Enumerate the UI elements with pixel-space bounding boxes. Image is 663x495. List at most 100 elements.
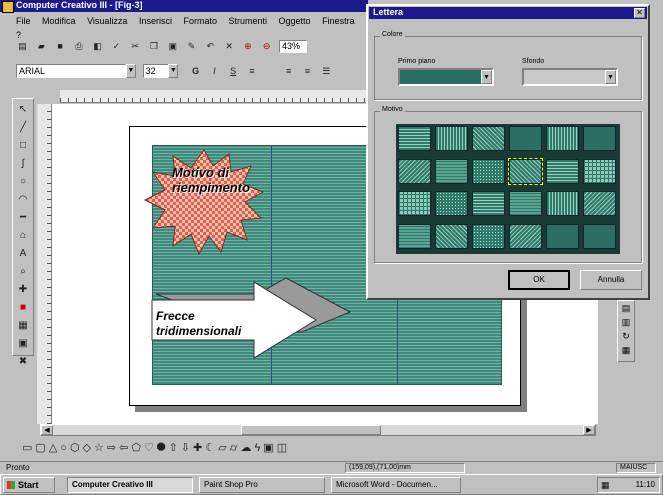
font-size-dropdown-icon[interactable]: ▼ (168, 64, 179, 78)
preview-icon[interactable]: ◧ (91, 40, 104, 53)
paste-icon[interactable]: ▣ (166, 40, 179, 53)
align-left-icon[interactable]: ≡ (245, 65, 258, 78)
menu-window[interactable]: Finestra (322, 16, 355, 26)
rotate-tool-icon[interactable]: ↻ (618, 329, 634, 343)
rect-shape-icon[interactable]: ▭ (22, 442, 35, 454)
rounded-rect-shape-icon[interactable]: ▢ (35, 442, 48, 454)
pattern-swatch[interactable] (398, 158, 431, 184)
foreground-dropdown-icon[interactable]: ▼ (481, 70, 492, 84)
task-button[interactable]: Paint Shop Pro (199, 477, 325, 493)
menu-format[interactable]: Formato (183, 16, 217, 26)
pattern-swatch[interactable] (472, 158, 505, 184)
zoom-in-icon[interactable]: ⊕ (241, 40, 254, 53)
arrow-right-shape-icon[interactable]: ⇨ (107, 442, 119, 454)
pattern-swatch[interactable] (508, 157, 543, 185)
octagon-shape-icon[interactable]: ⯃ (157, 442, 169, 454)
align-right-icon[interactable]: ≡ (301, 65, 314, 78)
menu-edit[interactable]: Modifica (42, 16, 76, 26)
pattern-swatch[interactable] (398, 191, 431, 216)
foreground-color-select[interactable]: ▼ (398, 68, 494, 86)
frame-shape-icon[interactable]: ▣ (263, 442, 276, 454)
menu-file[interactable]: File (16, 16, 31, 26)
save-icon[interactable]: ■ (54, 40, 67, 53)
arrow-left-shape-icon[interactable]: ⇦ (119, 442, 131, 454)
callout-shape-icon[interactable]: ◫ (277, 442, 290, 454)
pattern-swatch[interactable] (546, 126, 579, 151)
font-name-dropdown-icon[interactable]: ▼ (125, 64, 136, 78)
pointer-icon[interactable]: ↖ (16, 103, 30, 117)
wrench-icon[interactable]: ✖ (16, 355, 30, 369)
dropper-icon[interactable]: ✚ (16, 283, 30, 297)
scroll-left-icon[interactable]: ◀ (41, 425, 53, 435)
pattern-swatch[interactable] (509, 223, 542, 249)
cloud-shape-icon[interactable]: ☁ (240, 442, 254, 454)
arc-icon[interactable]: ◠ (16, 193, 30, 207)
pattern-swatch[interactable] (472, 223, 505, 249)
picture-icon[interactable]: ▣ (16, 337, 30, 351)
align-tool-icon[interactable]: ▤ (618, 301, 634, 315)
star-shape-icon[interactable]: ☆ (94, 442, 107, 454)
print-icon[interactable]: ⎙ (72, 40, 85, 53)
copy-icon[interactable]: ❐ (147, 40, 160, 53)
pattern-swatch[interactable] (546, 158, 579, 184)
underline-button[interactable]: S (227, 65, 240, 78)
pattern-swatch[interactable] (509, 126, 542, 151)
diamond-shape-icon[interactable]: ◇ (83, 442, 94, 454)
close-icon[interactable]: ✕ (634, 8, 645, 18)
pattern-swatch[interactable] (583, 158, 616, 184)
menu-object[interactable]: Oggetto (279, 16, 311, 26)
pentagon-shape-icon[interactable]: ⬠ (131, 442, 144, 454)
menu-insert[interactable]: Inserisci (139, 16, 172, 26)
menu-tools[interactable]: Strumenti (229, 16, 268, 26)
pattern-swatch[interactable] (583, 191, 616, 216)
pattern-swatch[interactable] (546, 191, 579, 216)
font-size-select[interactable]: 32 (142, 64, 169, 78)
scroll-thumb[interactable] (241, 425, 381, 435)
spell-check-icon[interactable]: ✓ (110, 40, 123, 53)
cross-shape-icon[interactable]: ✚ (193, 442, 205, 454)
layer-tool-icon[interactable]: ▦ (618, 343, 634, 357)
cancel-button[interactable]: Annulla (580, 270, 642, 290)
zoom-out-icon[interactable]: ⊖ (260, 40, 273, 53)
align-center-icon[interactable]: ≡ (282, 65, 295, 78)
circle-shape-icon[interactable]: ○ (60, 442, 70, 454)
background-dropdown-icon[interactable]: ▼ (605, 70, 616, 84)
task-button[interactable]: Microsoft Word - Documen... (331, 477, 461, 493)
lightning-shape-icon[interactable]: ϟ (254, 442, 263, 454)
pattern-swatch[interactable] (435, 158, 468, 184)
cut-icon[interactable]: ✂ (129, 40, 142, 53)
background-color-select[interactable]: ▼ (522, 68, 618, 86)
polyline-icon[interactable]: ∫ (16, 157, 30, 171)
moon-shape-icon[interactable]: ☾ (205, 442, 218, 454)
italic-button[interactable]: I (208, 65, 221, 78)
start-button[interactable]: Start (3, 477, 55, 493)
format-painter-icon[interactable]: ✎ (185, 40, 198, 53)
pattern-swatch[interactable] (509, 191, 542, 216)
pattern-swatch[interactable] (435, 126, 468, 151)
justify-icon[interactable]: ☰ (320, 65, 333, 78)
zoom-field[interactable]: 43% (278, 40, 307, 53)
triangle-shape-icon[interactable]: △ (49, 442, 60, 454)
rectangle-icon[interactable]: □ (16, 139, 30, 153)
text-icon[interactable]: A (16, 247, 30, 261)
pattern-swatch[interactable] (435, 191, 468, 216)
line-icon[interactable]: ╱ (16, 121, 30, 135)
pattern-swatch[interactable] (583, 223, 616, 249)
group-tool-icon[interactable]: ▥ (618, 315, 634, 329)
ok-button[interactable]: OK (508, 270, 570, 290)
bold-button[interactable]: G (189, 65, 202, 78)
banner-shape-icon[interactable]: ▱ (218, 442, 229, 454)
shape-icon[interactable]: ⌂ (16, 229, 30, 243)
menu-view[interactable]: Visualizza (87, 16, 127, 26)
line-style-icon[interactable]: ━ (16, 211, 30, 225)
color-fill-icon[interactable]: ■ (16, 301, 30, 315)
zoom-icon[interactable]: ⌕ (16, 265, 30, 279)
pattern-swatch[interactable] (398, 126, 431, 151)
ellipse-icon[interactable]: ○ (16, 175, 30, 189)
scroll-right-icon[interactable]: ▶ (583, 425, 595, 435)
open-folder-icon[interactable]: ▰ (35, 40, 48, 53)
pattern-swatch[interactable] (546, 223, 579, 249)
hexagon-shape-icon[interactable]: ⬡ (70, 442, 83, 454)
undo-icon[interactable]: ↶ (204, 40, 217, 53)
pattern-swatch[interactable] (583, 126, 616, 151)
